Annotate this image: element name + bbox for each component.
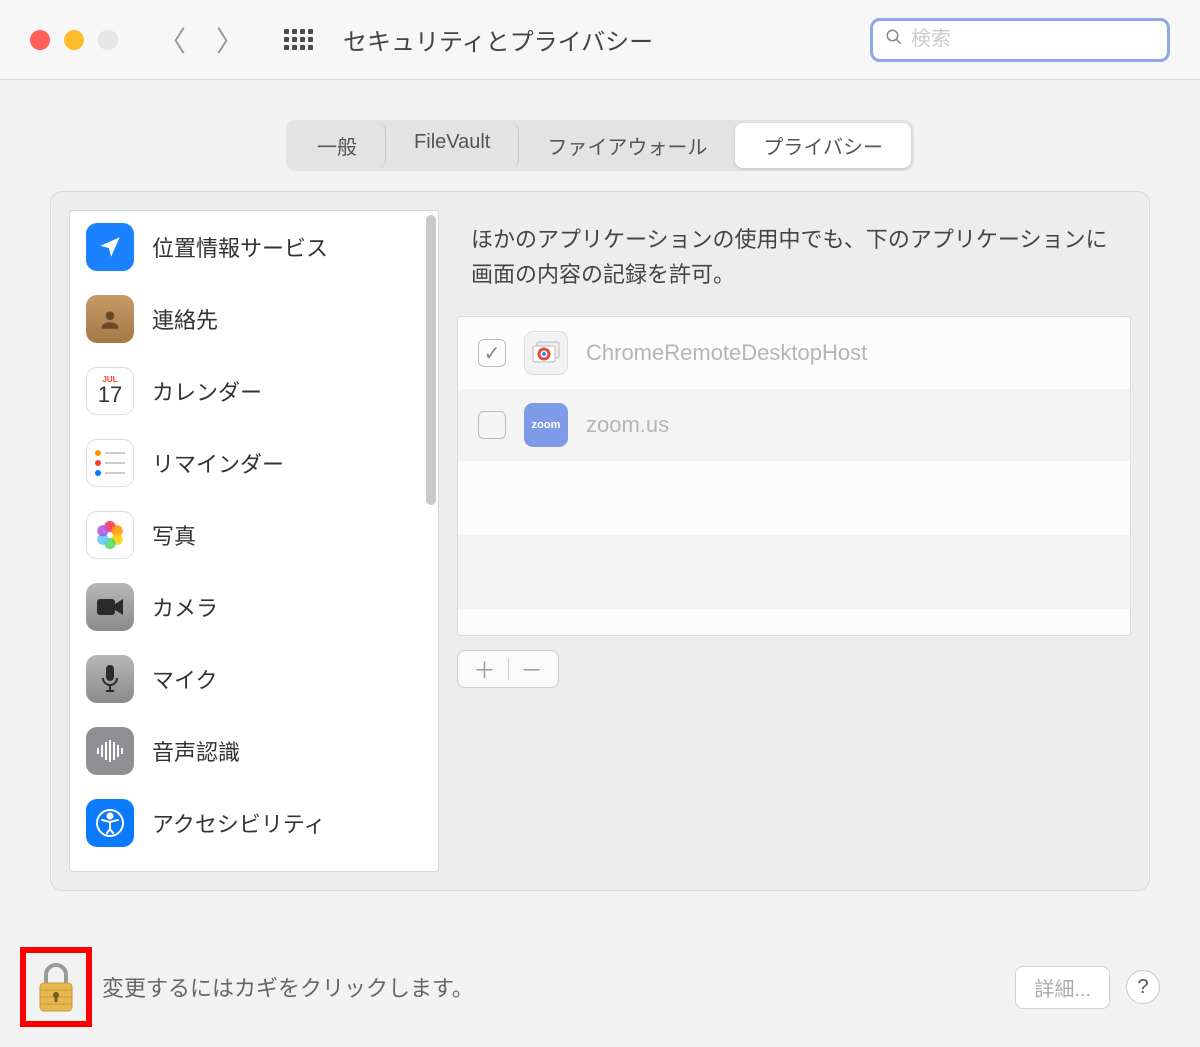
sidebar-item-label: アクセシビリティ (152, 807, 326, 839)
nav-arrows: 〈 〉 (158, 20, 244, 60)
sidebar-item-contacts[interactable]: 連絡先 (70, 283, 438, 355)
sidebar-item-label: 写真 (152, 519, 196, 551)
help-button[interactable]: ? (1126, 970, 1160, 1004)
tab-general[interactable]: 一般 (289, 123, 386, 168)
sidebar-item-label: 位置情報サービス (152, 231, 328, 263)
accessibility-icon (86, 799, 134, 847)
search-box[interactable] (870, 18, 1170, 62)
checkbox-checked[interactable]: ✓ (478, 339, 506, 367)
tab-firewall[interactable]: ファイアウォール (519, 123, 735, 168)
app-name: zoom.us (586, 412, 669, 438)
sidebar-item-accessibility[interactable]: アクセシビリティ (70, 787, 438, 859)
window-title: セキュリティとプライバシー (343, 22, 870, 57)
camera-icon (86, 583, 134, 631)
calendar-icon: JUL 17 (86, 367, 134, 415)
chrome-remote-desktop-icon (524, 331, 568, 375)
sidebar-item-microphone[interactable]: マイク (70, 643, 438, 715)
back-button[interactable]: 〈 (158, 20, 186, 60)
sidebar-item-label: 連絡先 (152, 303, 218, 335)
tab-filevault[interactable]: FileVault (386, 123, 519, 168)
window-close-button[interactable] (30, 30, 50, 50)
sidebar-item-label: マイク (152, 663, 218, 695)
sidebar-item-label: リマインダー (152, 447, 284, 479)
add-remove-control: ＋ － (457, 650, 559, 688)
contacts-icon (86, 295, 134, 343)
sidebar-item-label: カレンダー (152, 375, 262, 407)
details-button[interactable]: 詳細... (1015, 966, 1110, 1009)
app-row-empty (458, 461, 1130, 535)
footer: 変更するにはカギをクリックします。 詳細... ? (20, 947, 1160, 1027)
add-button[interactable]: ＋ (473, 653, 495, 685)
tab-privacy[interactable]: プライバシー (735, 123, 911, 168)
app-row[interactable]: ✓ ChromeRemoteDesktopHost (458, 317, 1130, 389)
speech-icon (86, 727, 134, 775)
app-name: ChromeRemoteDesktopHost (586, 340, 867, 366)
window-zoom-button[interactable] (98, 30, 118, 50)
reminders-icon (86, 439, 134, 487)
show-all-prefs-button[interactable] (284, 29, 313, 50)
window-minimize-button[interactable] (64, 30, 84, 50)
sidebar-item-camera[interactable]: カメラ (70, 571, 438, 643)
traffic-lights (30, 30, 118, 50)
zoom-icon: zoom (524, 403, 568, 447)
sidebar-item-reminders[interactable]: リマインダー (70, 427, 438, 499)
microphone-icon (86, 655, 134, 703)
app-permission-list: ✓ ChromeRemoteDesktopHost zoom zoom.us (457, 316, 1131, 636)
remove-button[interactable]: － (521, 653, 543, 685)
sidebar-item-speech[interactable]: 音声認識 (70, 715, 438, 787)
sidebar-item-photos[interactable]: 写真 (70, 499, 438, 571)
location-icon (86, 223, 134, 271)
search-input[interactable] (911, 28, 1155, 51)
highlight-rect (20, 947, 92, 1027)
lock-help-text: 変更するにはカギをクリックします。 (102, 971, 474, 1003)
privacy-panel: 位置情報サービス 連絡先 JUL 17 カレンダー (50, 191, 1150, 891)
privacy-detail-pane: ほかのアプリケーションの使用中でも、下のアプリケーションに画面の内容の記録を許可… (457, 210, 1131, 872)
checkbox-unchecked[interactable] (478, 411, 506, 439)
app-row-empty (458, 535, 1130, 609)
sidebar-item-calendar[interactable]: JUL 17 カレンダー (70, 355, 438, 427)
sidebar-item-label: 音声認識 (152, 735, 240, 767)
tab-bar: 一般 FileVault ファイアウォール プライバシー (50, 120, 1150, 171)
forward-button[interactable]: 〉 (216, 20, 244, 60)
sidebar-item-location[interactable]: 位置情報サービス (70, 211, 438, 283)
privacy-category-list[interactable]: 位置情報サービス 連絡先 JUL 17 カレンダー (69, 210, 439, 872)
search-icon (885, 28, 903, 52)
titlebar: 〈 〉 セキュリティとプライバシー (0, 0, 1200, 80)
photos-icon (86, 511, 134, 559)
app-row[interactable]: zoom zoom.us (458, 389, 1130, 461)
privacy-description: ほかのアプリケーションの使用中でも、下のアプリケーションに画面の内容の記録を許可… (457, 210, 1131, 316)
sidebar-item-label: カメラ (152, 591, 218, 623)
lock-button[interactable] (32, 959, 80, 1015)
scrollbar-thumb[interactable] (426, 215, 436, 505)
